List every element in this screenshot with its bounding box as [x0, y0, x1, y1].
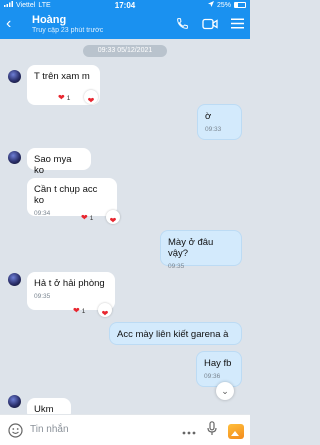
message-bubble[interactable]: Ukm	[27, 398, 71, 414]
reaction-summary[interactable]: ❤ 1	[58, 94, 70, 102]
react-button[interactable]: ❤	[98, 303, 112, 318]
message-time: 09:35	[168, 263, 185, 270]
battery-percent: 25%	[216, 1, 231, 9]
message-text: Ukm	[34, 404, 54, 414]
date-separator: 09:33 05/12/2021	[83, 45, 167, 57]
back-icon[interactable]: ‹	[6, 16, 11, 32]
heart-icon: ❤	[109, 216, 117, 225]
message-list[interactable]: 09:33 05/12/2021 T trên xam m ❤ 1 ❤ ờ 09…	[0, 39, 250, 414]
message-time: 09:33	[205, 126, 222, 133]
message-time: 09:35	[34, 293, 51, 300]
message-input[interactable]: Tin nhắn	[30, 424, 69, 435]
message-text: ờ	[205, 111, 212, 122]
reaction-summary[interactable]: ❤ 1	[81, 214, 93, 222]
reaction-count: 1	[66, 94, 71, 102]
message-text: Acc mày liên kiết garena à	[117, 329, 229, 340]
message-text: Cần t chụp acc ko	[34, 184, 98, 206]
message-bubble[interactable]: ờ 09:33	[197, 104, 242, 140]
menu-icon[interactable]	[231, 18, 244, 29]
contact-name[interactable]: Hoàng	[32, 14, 66, 26]
message-text: Hay fb	[204, 358, 232, 369]
video-call-icon[interactable]	[202, 18, 218, 30]
react-button[interactable]: ❤	[106, 210, 120, 225]
react-button[interactable]: ❤	[84, 90, 98, 105]
chat-header: ‹ Hoàng Truy cập 23 phút trước	[0, 11, 250, 39]
message-text: T trên xam m	[34, 71, 90, 82]
message-time: 09:36	[204, 373, 221, 380]
heart-icon: ❤	[87, 96, 95, 105]
message-bubble[interactable]: Cần t chụp acc ko 09:34	[27, 178, 117, 217]
reaction-summary[interactable]: ❤ 1	[73, 307, 85, 315]
phone-call-icon[interactable]	[176, 17, 189, 30]
reaction-count: 1	[81, 307, 86, 315]
heart-icon: ❤	[101, 309, 109, 318]
status-bar: Viettel LTE 17:04 25%	[0, 0, 250, 11]
more-options-icon[interactable]	[182, 422, 196, 440]
message-bubble[interactable]: Mày ở đâu vậy? 09:35	[160, 230, 242, 270]
last-seen: Truy cập 23 phút trước	[32, 27, 104, 34]
heart-icon: ❤	[58, 93, 65, 102]
microphone-icon[interactable]	[207, 421, 217, 441]
scroll-down-button[interactable]: ⌄	[216, 382, 234, 400]
message-bubble[interactable]: Acc mày liên kiết garena à	[109, 322, 242, 345]
location-icon	[207, 1, 214, 9]
message-text: Sao mya ko	[34, 154, 72, 176]
reaction-count: 1	[89, 214, 94, 222]
avatar[interactable]	[8, 70, 21, 83]
avatar[interactable]	[8, 151, 21, 164]
heart-icon: ❤	[73, 306, 80, 315]
input-bar: Tin nhắn	[0, 414, 250, 445]
message-text: Mày ở đâu vậy?	[168, 237, 214, 259]
battery-icon	[234, 2, 246, 8]
avatar[interactable]	[8, 273, 21, 286]
sticker-icon[interactable]	[8, 423, 23, 443]
message-text: Hả t ở hải phòng	[34, 278, 105, 289]
message-time: 09:34	[34, 210, 51, 217]
message-bubble[interactable]: Hay fb 09:36	[196, 351, 242, 387]
heart-icon: ❤	[81, 213, 88, 222]
message-bubble[interactable]: Sao mya ko	[27, 148, 91, 176]
avatar[interactable]	[8, 395, 21, 408]
image-icon[interactable]	[228, 423, 244, 439]
